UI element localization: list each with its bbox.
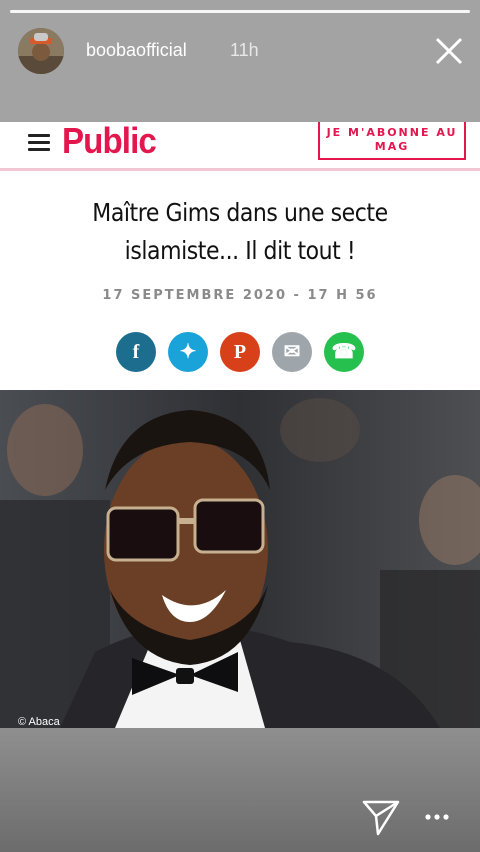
site-header: Public JE M'ABONNE AU MAG <box>0 120 480 171</box>
site-logo[interactable]: Public <box>62 120 157 162</box>
story-time: 11h <box>230 40 259 60</box>
share-email-button[interactable]: ✉ <box>272 332 312 372</box>
share-whatsapp-button[interactable]: ☎ <box>324 332 364 372</box>
facebook-icon: f <box>132 341 140 363</box>
story-progress-bar <box>10 10 470 13</box>
article-photo <box>0 390 480 728</box>
story-footer <box>0 728 480 852</box>
article-date: 17 SEPTEMBRE 2020 - 17 H 56 <box>102 288 378 303</box>
avatar[interactable] <box>18 28 64 74</box>
share-facebook-button[interactable]: f <box>116 332 156 372</box>
article-title: Maître Gims dans une secte islamiste... … <box>92 198 388 265</box>
more-options-icon[interactable] <box>424 810 450 824</box>
menu-icon[interactable] <box>28 134 50 152</box>
article-card: Public JE M'ABONNE AU MAG Maître Gims da… <box>0 120 480 390</box>
pinterest-icon: P <box>233 341 247 363</box>
close-icon[interactable] <box>432 34 466 68</box>
story-username[interactable]: boobaofficial <box>86 40 187 61</box>
share-bar: f ✦ P ✉ ☎ <box>116 332 376 372</box>
twitter-icon: ✦ <box>179 341 197 363</box>
photo-credit: © Abaca <box>18 716 60 728</box>
send-icon[interactable] <box>362 800 400 836</box>
share-twitter-button[interactable]: ✦ <box>168 332 208 372</box>
story-header: boobaofficial 11h <box>0 0 480 122</box>
subscribe-button[interactable]: JE M'ABONNE AU MAG <box>318 122 466 160</box>
email-icon: ✉ <box>283 341 301 363</box>
share-pinterest-button[interactable]: P <box>220 332 260 372</box>
whatsapp-icon: ☎ <box>331 341 357 363</box>
